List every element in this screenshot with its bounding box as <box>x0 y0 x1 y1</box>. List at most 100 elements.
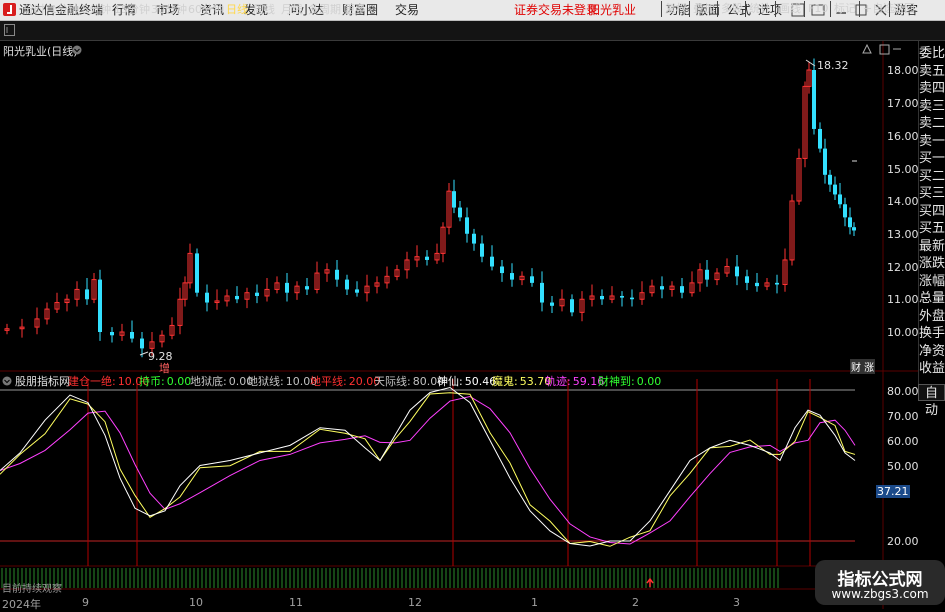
chart-area[interactable] <box>0 41 918 609</box>
sidebar-item[interactable]: 最新 <box>919 238 945 255</box>
indicator-legend-label: 建仓一绝: <box>68 375 116 388</box>
sidebar-item[interactable]: 涨跌 <box>919 255 945 272</box>
mark-button[interactable]: 标记 <box>830 1 859 17</box>
chart-settings-icons[interactable] <box>862 44 902 56</box>
indicator-legend-label: 地平线: <box>310 375 347 388</box>
period-tab-15min[interactable]: 15分钟 <box>114 2 150 17</box>
auto-button[interactable]: 自动 <box>918 384 945 418</box>
event-marker[interactable]: 增 <box>159 360 170 376</box>
watermark-url: www.zbgs3.com <box>831 587 929 601</box>
dropdown-icon[interactable] <box>72 45 82 55</box>
candle-body <box>345 279 349 290</box>
candle-body <box>755 282 759 287</box>
candle-body <box>458 207 462 218</box>
candle-body <box>472 233 476 244</box>
menu-trade[interactable]: 交易 <box>395 2 419 18</box>
date-axis-tick: 3 <box>733 596 740 609</box>
high-price-label: 18.32 <box>817 59 849 72</box>
f10-button[interactable]: F10 <box>804 1 831 17</box>
layout-icon <box>879 44 890 55</box>
indicator-legend-value: 0.00 <box>636 375 662 388</box>
indicator-name[interactable]: 股朋指标网 <box>15 375 70 389</box>
overlay-button[interactable]: 叠加 <box>689 1 718 17</box>
statistics-button[interactable]: 统计 <box>745 1 774 17</box>
app-logo-icon <box>3 3 16 16</box>
candle-body <box>620 295 624 298</box>
candle-body <box>285 282 289 293</box>
price-tick: 11.00 <box>887 293 919 306</box>
corner-badge[interactable]: 财 涨 <box>850 359 876 374</box>
sidebar-item[interactable]: 买二 <box>919 168 945 185</box>
sidebar-item[interactable]: 委比 <box>919 45 945 62</box>
restore-rights-button[interactable]: 复权 <box>661 1 690 17</box>
candle-body <box>540 282 544 303</box>
period-tab-more[interactable]: 更多 <box>344 2 366 17</box>
sidebar-item[interactable]: 卖一 <box>919 133 945 150</box>
candle-body <box>140 338 144 349</box>
draw-line-button[interactable]: 画线 <box>775 1 804 17</box>
candle-body <box>570 299 574 313</box>
indicator-legend-item: 持币: 0.00 <box>139 375 191 389</box>
toolbar-menu-icon[interactable] <box>4 24 16 37</box>
price-tick: 14.00 <box>887 195 919 208</box>
candle-body <box>530 276 534 283</box>
period-tab-30min[interactable]: 30分钟 <box>151 2 187 17</box>
low-pointer <box>139 351 149 356</box>
candle-body <box>425 256 429 260</box>
period-tab-60min[interactable]: 60分钟 <box>188 2 224 17</box>
sidebar-item[interactable]: 换手 <box>919 325 945 342</box>
date-axis-tick: 1 <box>531 596 538 609</box>
trade-login-warning[interactable]: 证券交易未登录 <box>514 2 598 18</box>
candle-body <box>823 148 827 175</box>
candle-body <box>452 191 456 208</box>
candle-body <box>255 292 259 296</box>
indicator-legend-label: 天际线: <box>374 375 411 388</box>
period-tab-1min[interactable]: 1分钟 <box>50 2 79 17</box>
indicator-legend-label: 地狱线: <box>247 375 284 388</box>
sidebar-item[interactable]: 卖三 <box>919 98 945 115</box>
price-tick: 18.00 <box>887 64 919 77</box>
sidebar-item[interactable]: 卖五 <box>919 63 945 80</box>
indicator-legend-item: 天际线: 80.00 <box>374 375 444 389</box>
back-button[interactable]: 返回 <box>889 1 918 17</box>
indicator-line <box>0 396 856 545</box>
candle-body <box>235 295 239 300</box>
date-axis-tick: 2 <box>632 596 639 609</box>
indicator-legend-item: 地狱线: 10.00 <box>247 375 317 389</box>
sidebar-item[interactable]: 买三 <box>919 185 945 202</box>
candle-body <box>355 289 359 293</box>
sidebar-item[interactable]: 卖四 <box>919 80 945 97</box>
sidebar-item[interactable]: 买一 <box>919 150 945 167</box>
candle-body <box>500 266 504 274</box>
period-tab-daily[interactable]: 日线 <box>226 2 248 17</box>
indicator-line <box>0 392 856 547</box>
indicator-legend-item: 建仓一绝: 10.00 <box>68 375 149 389</box>
sidebar-item[interactable]: 收益 <box>919 360 945 377</box>
sidebar-item[interactable]: 买四 <box>919 203 945 220</box>
sidebar-item[interactable]: 涨幅 <box>919 273 945 290</box>
period-tab-multi[interactable]: 多周期 <box>308 2 341 17</box>
indicator-dropdown-icon[interactable] <box>2 376 12 386</box>
sidebar-item[interactable]: 卖二 <box>919 115 945 132</box>
period-tab-intraday[interactable]: 分时 <box>23 2 45 17</box>
sidebar-item[interactable]: 总量 <box>919 290 945 307</box>
indicator-tick: 20.00 <box>887 535 919 548</box>
candle-body <box>550 302 554 306</box>
period-toolbar <box>0 21 945 41</box>
period-tab-5min[interactable]: 5分钟 <box>82 2 111 17</box>
indicator-legend-item: 地平线: 20.00 <box>310 375 380 389</box>
indicator-line <box>0 386 856 547</box>
period-tab-monthly[interactable]: 月线 <box>281 2 303 17</box>
candle-body <box>660 286 664 290</box>
period-tab-weekly[interactable]: 周线 <box>253 2 275 17</box>
candle-body <box>480 243 484 257</box>
candle-body <box>490 256 494 267</box>
multi-stock-button[interactable]: 多股 <box>717 1 746 17</box>
indicator-tick: 60.00 <box>887 435 919 448</box>
sidebar-item[interactable]: 外盘 <box>919 308 945 325</box>
candle-body <box>812 70 816 129</box>
sidebar-item[interactable]: 买五 <box>919 220 945 237</box>
indicator-legend-item: 轨迹: 59.16 <box>545 375 604 389</box>
chevron-right-icon: › <box>368 3 373 16</box>
sidebar-item[interactable]: 净资 <box>919 343 945 360</box>
